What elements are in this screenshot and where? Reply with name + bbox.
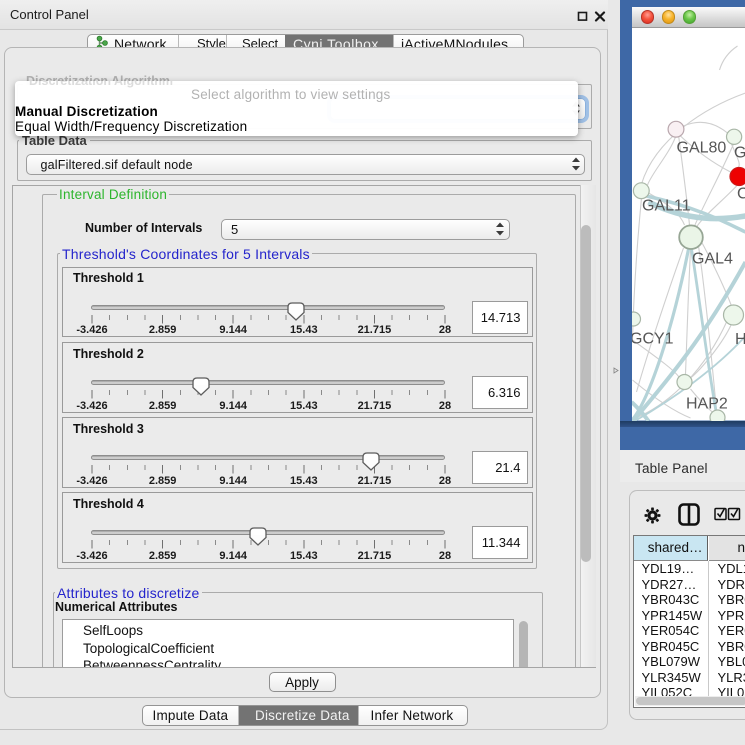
svg-text:H: H: [735, 331, 745, 348]
svg-text:GA: GA: [734, 145, 745, 162]
svg-text:GAL80: GAL80: [676, 140, 726, 157]
svg-text:GAL11: GAL11: [642, 198, 691, 215]
svg-text:GCY1: GCY1: [632, 331, 674, 348]
svg-text:HAP2: HAP2: [686, 396, 728, 413]
svg-text:C: C: [737, 186, 745, 203]
svg-text:GAL4: GAL4: [692, 251, 733, 268]
